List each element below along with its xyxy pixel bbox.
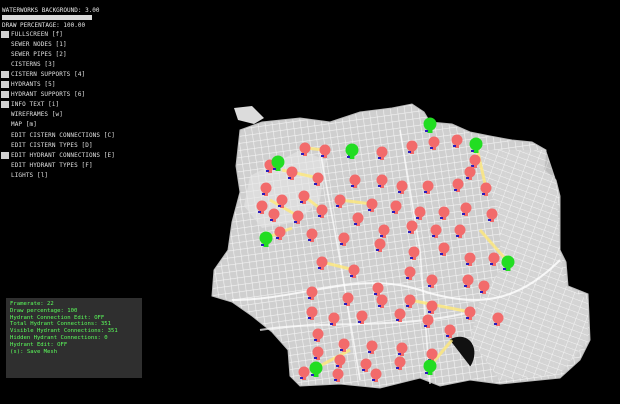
- waterworks-background-label: WATERWORKS BACKGROUND: 3.00: [2, 7, 100, 14]
- menu-toggle[interactable]: FULLSCREEN [f]: [0, 30, 63, 38]
- menu-toggle[interactable]: SEWER NODES [1]: [0, 40, 67, 48]
- menu-toggle[interactable]: EDIT CISTERN TYPES [D]: [0, 141, 93, 149]
- toggle-checkbox[interactable]: [1, 101, 9, 109]
- toggle-checkbox[interactable]: [1, 111, 9, 118]
- info-panel: Framerate: 22 Draw percentage: 100 Hydrant…: [6, 298, 142, 378]
- toggle-label: MAP [m]: [11, 121, 37, 129]
- toggle-label: SEWER NODES [1]: [11, 40, 67, 48]
- toggle-label: EDIT CISTERN CONNECTIONS [C]: [11, 131, 115, 139]
- menu-toggle[interactable]: CISTERNS [3]: [0, 60, 56, 68]
- menu-toggle[interactable]: LIGHTS [l]: [0, 171, 48, 179]
- toggle-label: EDIT CISTERN TYPES [D]: [11, 141, 93, 149]
- menu-toggle[interactable]: SEWER PIPES [2]: [0, 50, 67, 58]
- toggle-checkbox[interactable]: [1, 61, 9, 68]
- toggle-checkbox[interactable]: [1, 51, 9, 58]
- menu-toggle[interactable]: HYDRANT SUPPORTS [6]: [0, 91, 85, 99]
- info-line: Total Hydrant Connections: 351: [10, 321, 112, 328]
- toggle-label: CISTERN SUPPORTS [4]: [11, 70, 86, 78]
- toggle-checkbox[interactable]: [1, 81, 9, 88]
- toggle-label: LIGHTS [l]: [11, 171, 49, 179]
- menu-toggle[interactable]: WIREFRAMES [w]: [0, 111, 63, 119]
- menu-toggle[interactable]: EDIT CISTERN CONNECTIONS [C]: [0, 131, 115, 139]
- waterworks-background-slider[interactable]: [2, 15, 92, 20]
- info-line: Hydrant Edit: OFF: [10, 341, 68, 348]
- menu-toggle[interactable]: EDIT HYDRANT CONNECTIONS [E]: [0, 151, 115, 159]
- toggle-checkbox[interactable]: [1, 151, 9, 159]
- info-line: (s): Save Mesh: [10, 348, 58, 355]
- info-line: Hydrant Connection Edit: OFF: [10, 314, 105, 321]
- menu-toggle[interactable]: EDIT HYDRANT TYPES [F]: [0, 161, 93, 169]
- toggle-label: WIREFRAMES [w]: [11, 111, 63, 119]
- toggle-label: SEWER PIPES [2]: [11, 50, 67, 58]
- toggle-label: HYDRANT SUPPORTS [6]: [11, 91, 86, 99]
- menu-toggle[interactable]: HYDRANTS [5]: [0, 81, 56, 89]
- toggle-checkbox[interactable]: [1, 142, 9, 149]
- toggle-checkbox[interactable]: [1, 121, 9, 128]
- info-line: Visible Hydrant Connections: 351: [10, 328, 118, 335]
- toggle-label: EDIT HYDRANT CONNECTIONS [E]: [11, 151, 115, 159]
- draw-percentage-label: DRAW PERCENTAGE: 100.00: [2, 22, 86, 29]
- toggle-label: CISTERNS [3]: [11, 60, 56, 68]
- toggle-checkbox[interactable]: [1, 30, 9, 38]
- toggle-checkbox[interactable]: [1, 91, 9, 99]
- menu-toggle[interactable]: MAP [m]: [0, 121, 37, 129]
- menu-toggle[interactable]: CISTERN SUPPORTS [4]: [0, 70, 85, 78]
- toggle-label: FULLSCREEN [f]: [11, 30, 63, 38]
- toggle-checkbox[interactable]: [1, 162, 9, 169]
- toggle-label: INFO TEXT [i]: [11, 101, 60, 109]
- menu-toggle[interactable]: INFO TEXT [i]: [0, 101, 59, 109]
- info-line: Hidden Hydrant Connections: 0: [10, 335, 108, 341]
- toggle-checkbox[interactable]: [1, 41, 9, 48]
- toggle-checkbox[interactable]: [1, 172, 9, 179]
- toggle-checkbox[interactable]: [1, 70, 9, 78]
- toggle-label: EDIT HYDRANT TYPES [F]: [11, 161, 93, 169]
- toggle-label: HYDRANTS [5]: [11, 81, 56, 88]
- info-line: Framerate: 22: [10, 301, 54, 307]
- info-line: Draw percentage: 100: [10, 307, 78, 314]
- toggle-checkbox[interactable]: [1, 132, 9, 139]
